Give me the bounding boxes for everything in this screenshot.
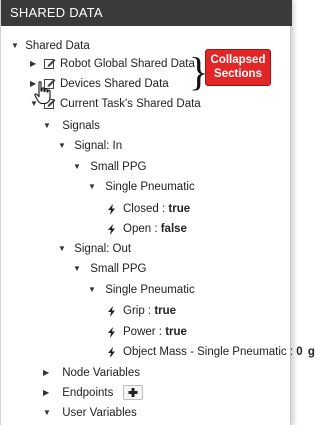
signal-value: true	[165, 326, 187, 338]
lightning-bolt-icon	[108, 203, 115, 215]
tree-item-label: Single Pneumatic	[105, 284, 195, 296]
tree-item-label: User Variables	[62, 407, 137, 419]
tree-item-label: Endpoints	[62, 387, 114, 399]
tree-item-small-ppg-in[interactable]: ▼ Small PPG	[73, 158, 146, 176]
signal-value: false	[160, 223, 187, 235]
tree-item-label: Shared Data	[25, 40, 90, 52]
signal-value: true	[154, 305, 177, 317]
signal-value: true	[168, 203, 191, 215]
hand-pointer-icon	[34, 81, 51, 105]
lightning-bolt-icon	[108, 326, 115, 338]
tree-item-signal-in[interactable]: ▼ Signal: In	[58, 137, 122, 155]
tree-item-label: Single Pneumatic	[105, 181, 195, 193]
expand-arrow-icon[interactable]: ▼	[88, 178, 99, 196]
collapsed-sections-callout: Collapsed Sections	[205, 49, 271, 86]
callout-line-2: Sections	[214, 68, 262, 80]
collapse-arrow-icon[interactable]: ▶	[43, 364, 54, 382]
tree-item-single-pneumatic-out[interactable]: ▼ Single Pneumatic	[88, 281, 195, 299]
signal-value: 0	[296, 346, 303, 358]
expand-arrow-icon[interactable]: ▼	[73, 158, 84, 176]
tree-item-label: Signals	[62, 120, 100, 132]
signal-power[interactable]: Power : true	[107, 323, 187, 341]
tree-item-node-variables[interactable]: ▶ Node Variables	[43, 364, 140, 382]
tree-item-label: Small PPG	[90, 161, 147, 173]
lightning-bolt-icon	[108, 223, 115, 235]
signal-unit: g	[307, 346, 315, 358]
collapse-arrow-icon[interactable]: ▶	[30, 55, 41, 73]
expand-arrow-icon[interactable]: ▼	[43, 117, 54, 135]
tree-item-single-pneumatic-in[interactable]: ▼ Single Pneumatic	[88, 178, 195, 196]
callout-line-1: Collapsed	[210, 54, 266, 66]
lightning-bolt-icon	[108, 305, 115, 317]
signal-name: Power :	[123, 326, 166, 338]
tree-item-current-task[interactable]: ▼ Current Task's Shared Data	[30, 95, 201, 113]
expand-arrow-icon[interactable]: ▼	[73, 260, 84, 278]
expand-arrow-icon[interactable]: ▼	[58, 137, 69, 155]
tree-item-label: Devices Shared Data	[60, 78, 169, 90]
tree-item-label: Node Variables	[62, 367, 140, 379]
add-endpoint-button[interactable]	[122, 384, 143, 400]
plus-icon	[128, 387, 138, 397]
tree-item-user-variables[interactable]: ▼ User Variables	[43, 404, 137, 422]
signal-name: Open :	[123, 223, 161, 235]
tree-item-label: Signal: Out	[74, 243, 132, 255]
edit-box-icon[interactable]	[44, 58, 56, 70]
signal-grip[interactable]: Grip : true	[107, 302, 176, 320]
expand-arrow-icon[interactable]: ▼	[58, 240, 69, 258]
signal-name: Object Mass - Single Pneumatic :	[123, 346, 297, 358]
tree-item-small-ppg-out[interactable]: ▼ Small PPG	[73, 260, 146, 278]
tree-item-signal-out[interactable]: ▼ Signal: Out	[58, 240, 131, 258]
tree-item-endpoints[interactable]: ▶ Endpoints	[43, 384, 143, 402]
lightning-bolt-icon	[108, 346, 115, 358]
tree-item-label: Current Task's Shared Data	[60, 98, 201, 110]
expand-arrow-icon[interactable]: ▼	[43, 404, 54, 422]
signal-object-mass[interactable]: Object Mass - Single Pneumatic : 0 g	[107, 343, 315, 361]
expand-arrow-icon[interactable]: ▼	[88, 281, 99, 299]
tree-item-label: Robot Global Shared Data	[60, 58, 195, 70]
signal-closed[interactable]: Closed : true	[107, 200, 190, 218]
tree-item-robot-global[interactable]: ▶ Robot Global Shared Data	[30, 55, 195, 73]
tree-item-label: Signal: In	[74, 140, 123, 152]
signal-name: Closed :	[123, 203, 169, 215]
tree-item-label: Small PPG	[90, 263, 147, 275]
tree-item-signals[interactable]: ▼ Signals	[43, 117, 100, 135]
expand-arrow-icon[interactable]: ▼	[11, 37, 22, 55]
signal-name: Grip :	[123, 305, 155, 317]
collapse-arrow-icon[interactable]: ▶	[43, 384, 54, 402]
signal-open[interactable]: Open : false	[107, 220, 187, 238]
panel-title: SHARED DATA	[1, 0, 292, 26]
tree-item-shared-data[interactable]: ▼ Shared Data	[11, 37, 90, 55]
